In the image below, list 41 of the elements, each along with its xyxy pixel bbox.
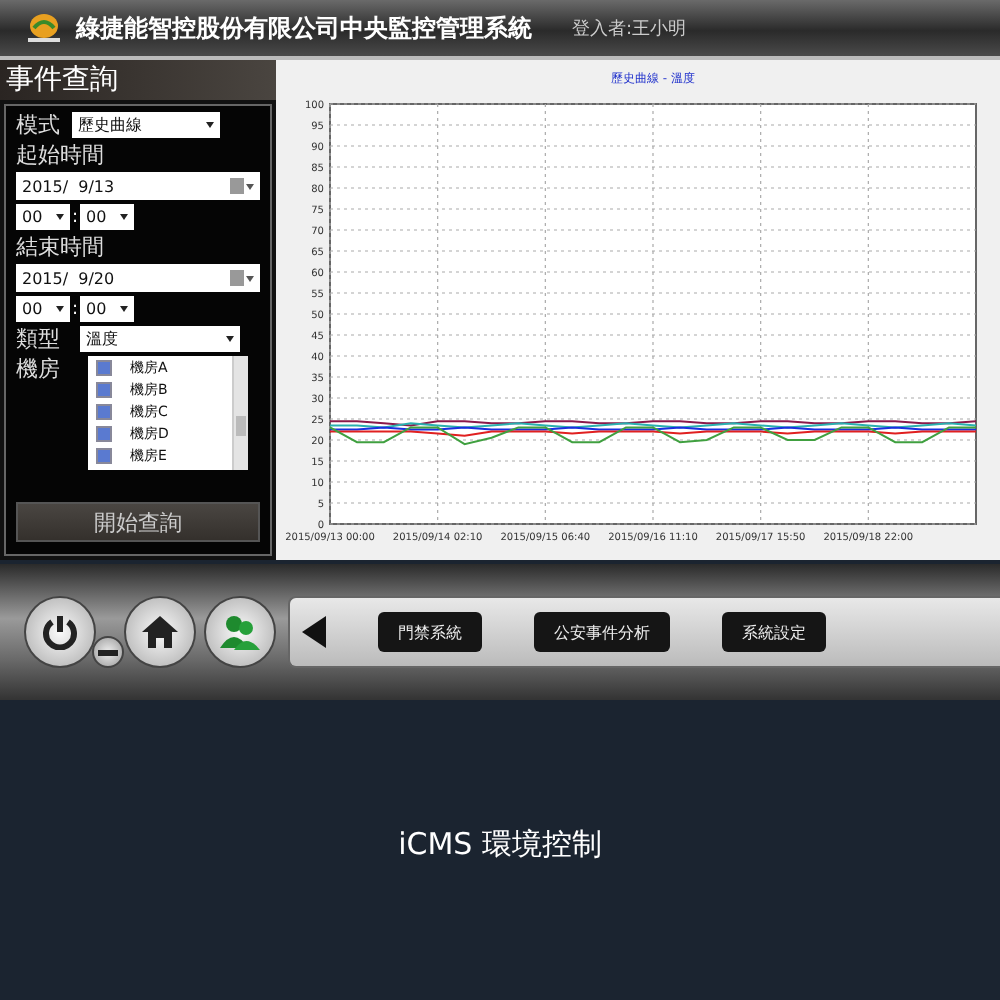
caption: iCMS 環境控制 — [398, 825, 602, 863]
logged-in-user: 登入者:王小明 — [572, 17, 687, 41]
minus-icon — [98, 649, 118, 655]
panel-title: 事件查詢 — [0, 60, 276, 100]
time-separator: : — [72, 207, 79, 227]
back-arrow-icon[interactable] — [302, 616, 326, 648]
type-label: 類型 — [16, 326, 60, 352]
scrollbar[interactable] — [232, 356, 248, 470]
hour-dropdown[interactable]: 00 — [16, 204, 70, 230]
nav-button[interactable]: 系統設定 — [722, 612, 826, 652]
time-separator: : — [72, 299, 79, 319]
hour-dropdown[interactable]: 00 — [16, 296, 70, 322]
checkbox[interactable] — [96, 448, 112, 464]
mode-dropdown[interactable]: 歷史曲線 — [72, 112, 220, 138]
type-dropdown[interactable]: 溫度 — [80, 326, 240, 352]
home-icon — [140, 614, 180, 650]
search-button[interactable]: 開始查詢 — [16, 502, 260, 542]
checkbox[interactable] — [96, 426, 112, 442]
logo-icon — [24, 12, 64, 44]
users-button[interactable] — [204, 596, 276, 668]
nav-button[interactable]: 公安事件分析 — [534, 612, 670, 652]
home-button[interactable] — [124, 596, 196, 668]
power-icon — [42, 614, 78, 650]
time-label: 結束時間 — [16, 234, 106, 260]
room-label: 機房 — [16, 356, 60, 382]
checkbox[interactable] — [96, 382, 112, 398]
calendar-icon[interactable] — [230, 178, 254, 194]
checkbox[interactable] — [96, 404, 112, 420]
date-field[interactable]: 2015/ 9/20 — [16, 264, 260, 292]
mode-label: 模式 — [16, 112, 60, 138]
calendar-icon[interactable] — [230, 270, 254, 286]
nav-button[interactable]: 門禁系統 — [378, 612, 482, 652]
app-title: 綠捷能智控股份有限公司中央監控管理系統 — [76, 11, 532, 45]
date-field[interactable]: 2015/ 9/13 — [16, 172, 260, 200]
time-label: 起始時間 — [16, 142, 106, 168]
users-icon — [220, 614, 260, 650]
checkbox[interactable] — [96, 360, 112, 376]
power-button[interactable] — [24, 596, 96, 668]
minimize-button[interactable] — [92, 636, 124, 668]
minute-dropdown[interactable]: 00 — [80, 204, 135, 230]
minute-dropdown[interactable]: 00 — [80, 296, 135, 322]
